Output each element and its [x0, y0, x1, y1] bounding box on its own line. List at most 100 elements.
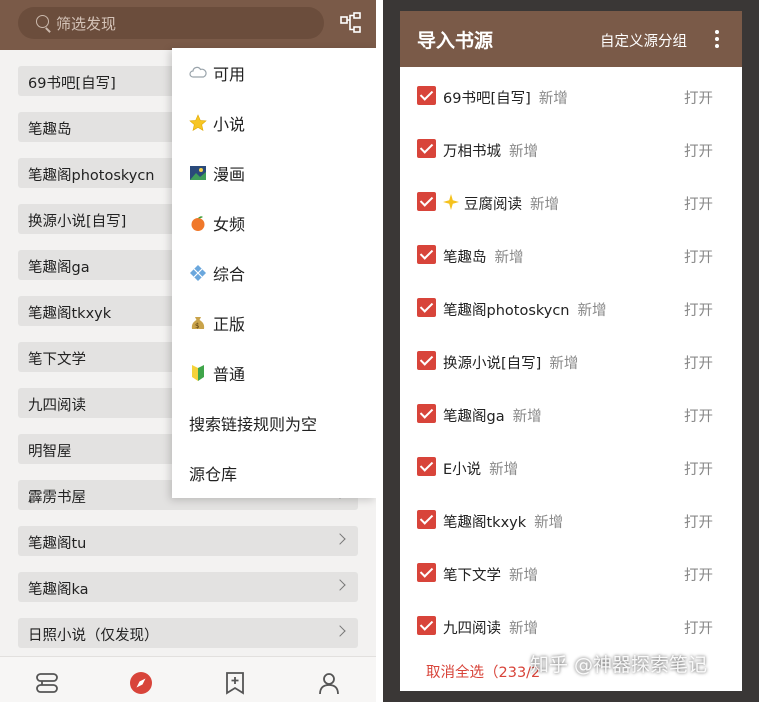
open-button[interactable]: 打开: [684, 140, 713, 161]
source-name: 笔趣阁tkxyk: [443, 515, 527, 531]
source-badge: 新增: [509, 144, 538, 160]
source-row[interactable]: 笔趣阁photoskycn 新增 打开: [400, 288, 742, 328]
source-badge: 新增: [512, 409, 542, 425]
dialog-title: 导入书源: [417, 30, 494, 52]
open-button[interactable]: 打开: [684, 617, 713, 638]
source-checkbox[interactable]: [417, 86, 436, 105]
list-item-label: 笔趣阁ka: [28, 582, 89, 598]
source-badge: 新增: [509, 568, 538, 584]
watermark: 知乎 @神器探索笔记: [530, 654, 708, 676]
picture-icon: [190, 166, 206, 180]
menu-item-source-repo[interactable]: 源仓库: [189, 460, 237, 486]
open-button[interactable]: 打开: [684, 564, 713, 585]
bottom-navigation: [0, 656, 376, 702]
peach-icon: [191, 216, 205, 231]
list-item-label: 明智屋: [28, 444, 72, 460]
menu-item-novel[interactable]: 小说: [189, 110, 245, 136]
money-bag-icon: $: [191, 317, 205, 330]
source-name: 笔趣阁photoskycn: [443, 303, 570, 319]
list-item-label: 笔趣阁tkxyk: [28, 306, 112, 322]
list-item[interactable]: 笔趣阁tu: [18, 526, 358, 556]
list-item-label: 笔下文学: [28, 352, 86, 368]
menu-item-general[interactable]: 综合: [189, 260, 245, 286]
profile-icon[interactable]: [317, 671, 341, 695]
menu-item-label: 可用: [213, 65, 246, 84]
diamond-icon: [190, 265, 206, 281]
list-item-label: 霹雳书屋: [28, 490, 86, 506]
chevron-right-icon: [334, 579, 346, 591]
explore-icon[interactable]: [129, 671, 153, 695]
source-checkbox[interactable]: [417, 616, 436, 635]
open-button[interactable]: 打开: [684, 87, 713, 108]
source-badge: 新增: [509, 621, 538, 637]
source-row[interactable]: E小说 新增 打开: [400, 447, 742, 487]
custom-group-button[interactable]: 自定义源分组: [600, 30, 687, 51]
group-tree-icon[interactable]: [340, 12, 362, 34]
source-row[interactable]: 九四阅读 新增 打开: [400, 606, 742, 646]
source-badge: 新增: [549, 356, 579, 372]
source-checkbox[interactable]: [417, 192, 436, 211]
open-button[interactable]: 打开: [684, 458, 713, 479]
source-name: 豆腐阅读: [464, 197, 522, 213]
list-item-label: 九四阅读: [28, 398, 86, 414]
menu-item-available[interactable]: 可用: [189, 60, 245, 86]
source-row[interactable]: 笔下文学 新增 打开: [400, 553, 742, 593]
source-row[interactable]: 万相书城 新增 打开: [400, 129, 742, 169]
source-row[interactable]: 笔趣阁tkxyk 新增 打开: [400, 500, 742, 540]
source-checkbox[interactable]: [417, 245, 436, 264]
source-row[interactable]: 69书吧[自写] 新增 打开: [400, 76, 742, 116]
open-button[interactable]: 打开: [684, 246, 713, 267]
sparkle-icon: [443, 194, 459, 210]
discover-screen: 筛选发现 69书吧[自写] 笔趣岛 笔趣阁photoskycn 换源小说[自写]…: [0, 0, 376, 702]
open-button[interactable]: 打开: [684, 352, 713, 373]
list-item-label: 笔趣阁ga: [28, 260, 90, 276]
discover-header: 筛选发现: [0, 0, 376, 50]
cloud-icon: [189, 66, 207, 78]
source-checkbox[interactable]: [417, 563, 436, 582]
menu-item-official[interactable]: $ 正版: [189, 310, 245, 336]
menu-item-female[interactable]: 女频: [189, 210, 245, 236]
more-vert-icon[interactable]: [715, 30, 719, 48]
menu-item-normal[interactable]: 普通: [189, 360, 245, 386]
menu-item-empty-search-rule[interactable]: 搜索链接规则为空: [189, 410, 317, 436]
list-item-label: 笔趣阁tu: [28, 536, 87, 552]
source-name: 笔下文学: [443, 568, 501, 584]
open-button[interactable]: 打开: [684, 511, 713, 532]
source-checkbox[interactable]: [417, 298, 436, 317]
menu-item-label: 漫画: [213, 165, 246, 184]
import-source-dialog: 导入书源 自定义源分组 69书吧[自写] 新增 打开 万相书城 新增 打开 豆腐阅读…: [400, 11, 742, 691]
list-item-label: 69书吧[自写]: [28, 76, 116, 92]
source-checkbox[interactable]: [417, 351, 436, 370]
source-badge: 新增: [534, 515, 564, 531]
list-item[interactable]: 笔趣阁ka: [18, 572, 358, 602]
source-row[interactable]: 笔趣岛 新增 打开: [400, 235, 742, 275]
menu-item-label: 搜索链接规则为空: [189, 415, 318, 434]
source-checkbox[interactable]: [417, 404, 436, 423]
bookmark-icon[interactable]: [223, 671, 247, 695]
chevron-right-icon: [334, 533, 346, 545]
open-button[interactable]: 打开: [684, 299, 713, 320]
source-checkbox[interactable]: [417, 457, 436, 476]
source-row[interactable]: 笔趣阁ga 新增 打开: [400, 394, 742, 434]
source-checkbox[interactable]: [417, 510, 436, 529]
search-icon: [36, 15, 49, 28]
source-badge: 新增: [494, 250, 524, 266]
list-item[interactable]: 日照小说（仅发现）: [18, 618, 358, 648]
source-checkbox[interactable]: [417, 139, 436, 158]
chevron-right-icon: [334, 625, 346, 637]
group-filter-menu: 可用 小说 漫画 女频 综合 $ 正版 普通 搜索链接规则为空 源仓库: [172, 48, 376, 498]
beginner-icon: [192, 365, 204, 381]
menu-item-label: 女频: [213, 215, 246, 234]
open-button[interactable]: 打开: [684, 405, 713, 426]
source-row[interactable]: 换源小说[自写] 新增 打开: [400, 341, 742, 381]
deselect-all-button[interactable]: 取消全选（233/2: [426, 661, 540, 682]
search-input[interactable]: 筛选发现: [18, 7, 324, 39]
dialog-header: 导入书源 自定义源分组: [400, 11, 742, 67]
star-icon: [189, 114, 207, 132]
bookshelf-icon[interactable]: [35, 671, 59, 695]
source-row[interactable]: 豆腐阅读 新增 打开: [400, 182, 742, 222]
menu-item-comic[interactable]: 漫画: [189, 160, 245, 186]
source-name: 笔趣阁ga: [443, 409, 505, 425]
source-name: 九四阅读: [443, 621, 501, 637]
open-button[interactable]: 打开: [684, 193, 713, 214]
